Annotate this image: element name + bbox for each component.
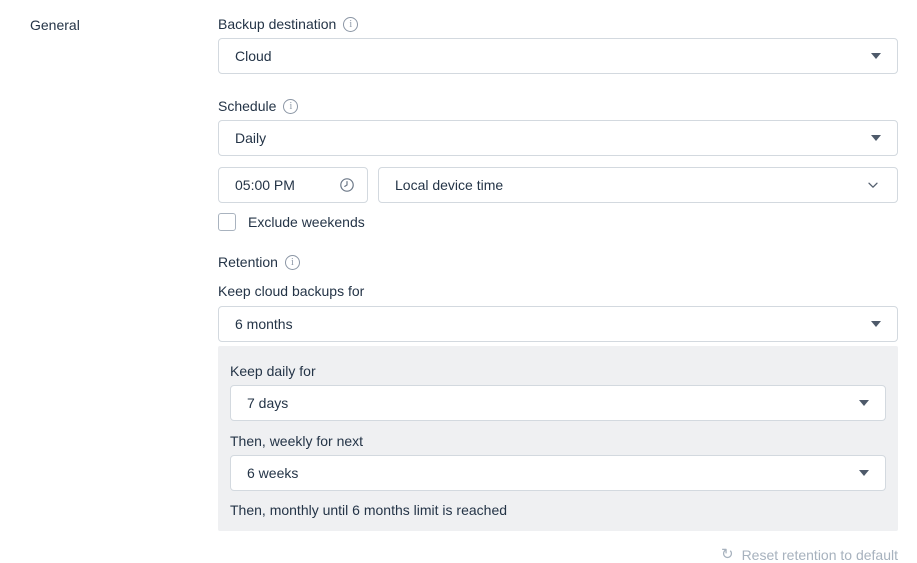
backup-destination-label: Backup destination xyxy=(218,16,336,32)
settings-page: General Backup destination i Cloud Sched… xyxy=(0,0,917,563)
caret-down-icon xyxy=(859,400,869,406)
backup-destination-label-row: Backup destination i xyxy=(218,16,898,32)
retention-label-row: Retention i xyxy=(218,254,898,270)
chevron-down-icon xyxy=(865,177,881,193)
schedule-label-row: Schedule i xyxy=(218,98,898,114)
keep-cloud-backups-value: 6 months xyxy=(235,316,293,332)
info-icon[interactable]: i xyxy=(283,99,298,114)
keep-daily-select[interactable]: 7 days xyxy=(230,385,886,421)
schedule-label: Schedule xyxy=(218,98,276,114)
backup-settings-form: Backup destination i Cloud Schedule i Da… xyxy=(218,16,898,563)
timezone-select[interactable]: Local device time xyxy=(378,167,898,203)
keep-cloud-backups-label: Keep cloud backups for xyxy=(218,283,898,299)
section-label-general: General xyxy=(30,17,80,33)
monthly-retention-note: Then, monthly until 6 months limit is re… xyxy=(230,503,886,519)
schedule-select[interactable]: Daily xyxy=(218,120,898,156)
reset-retention-button[interactable]: ↻ Reset retention to default xyxy=(218,547,898,563)
clock-icon xyxy=(339,177,355,193)
then-weekly-label: Then, weekly for next xyxy=(230,433,886,448)
reset-retention-label: Reset retention to default xyxy=(742,547,898,563)
caret-down-icon xyxy=(859,470,869,476)
retention-label: Retention xyxy=(218,254,278,270)
start-time-field[interactable] xyxy=(218,167,368,203)
caret-down-icon xyxy=(871,53,881,59)
then-weekly-value: 6 weeks xyxy=(247,465,298,481)
reset-icon: ↻ xyxy=(721,547,734,562)
schedule-value: Daily xyxy=(235,130,266,146)
backup-destination-value: Cloud xyxy=(235,48,272,64)
retention-detail-panel: Keep daily for 7 days Then, weekly for n… xyxy=(218,346,898,531)
timezone-value: Local device time xyxy=(395,177,503,193)
backup-destination-select[interactable]: Cloud xyxy=(218,38,898,74)
caret-down-icon xyxy=(871,135,881,141)
info-icon[interactable]: i xyxy=(285,255,300,270)
keep-cloud-backups-select[interactable]: 6 months xyxy=(218,306,898,342)
schedule-time-row: Local device time xyxy=(218,167,898,203)
exclude-weekends-label: Exclude weekends xyxy=(248,214,365,230)
exclude-weekends-row[interactable]: Exclude weekends xyxy=(218,213,898,231)
info-icon[interactable]: i xyxy=(343,17,358,32)
then-weekly-select[interactable]: 6 weeks xyxy=(230,455,886,491)
keep-daily-label: Keep daily for xyxy=(230,363,886,378)
caret-down-icon xyxy=(871,321,881,327)
keep-daily-value: 7 days xyxy=(247,395,288,411)
exclude-weekends-checkbox[interactable] xyxy=(218,213,236,231)
start-time-input[interactable] xyxy=(235,177,339,193)
section-column: General xyxy=(30,16,218,563)
